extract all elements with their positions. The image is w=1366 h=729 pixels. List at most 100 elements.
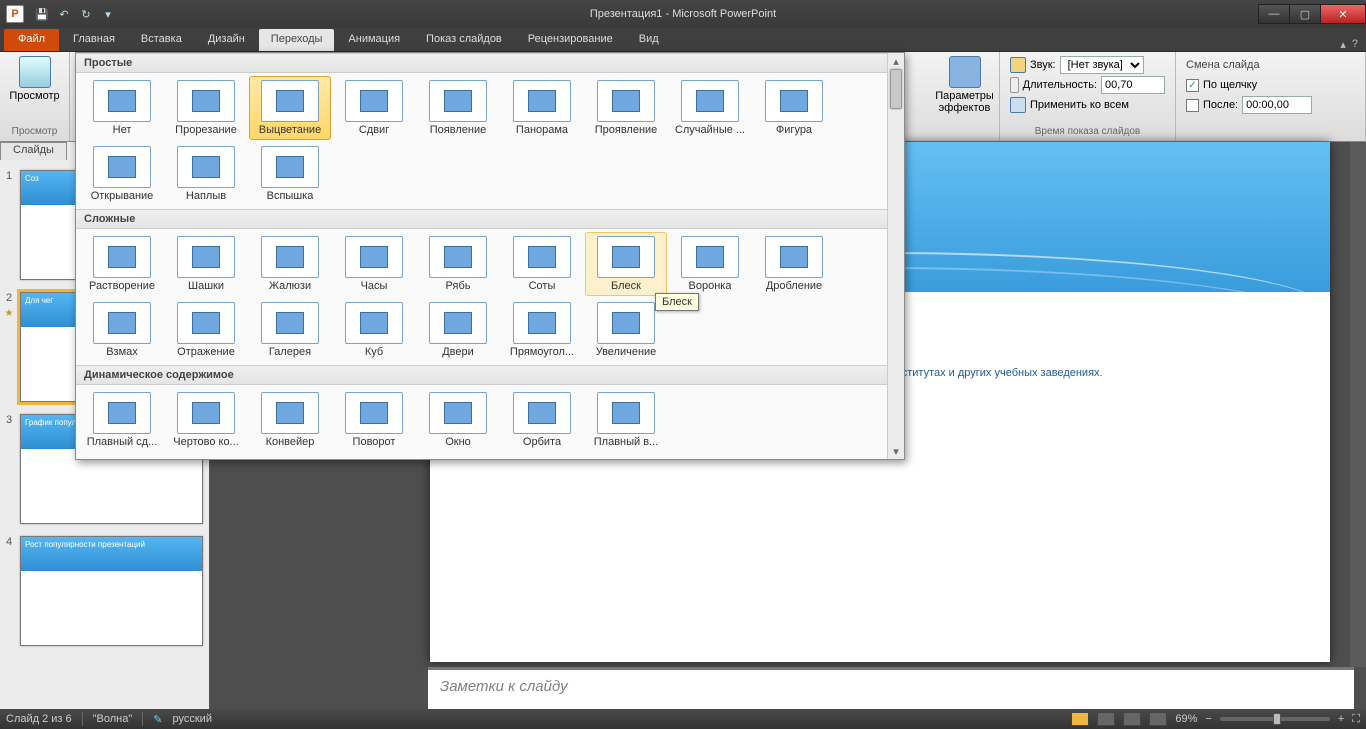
fit-window-button[interactable]: ⛶ [1352, 713, 1360, 726]
undo-button[interactable]: ↶ [54, 4, 74, 24]
tab-animations[interactable]: Анимация [336, 29, 412, 51]
transition-взмах[interactable]: Взмах [81, 298, 163, 362]
slideshow-view-button[interactable] [1149, 712, 1167, 726]
qat-more-button[interactable]: ▾ [98, 4, 118, 24]
transition-наплыв[interactable]: Наплыв [165, 142, 247, 206]
file-tab[interactable]: Файл [4, 29, 59, 51]
transition-icon [93, 392, 151, 434]
transition-label: Взмах [106, 346, 138, 358]
zoom-slider-knob[interactable] [1273, 713, 1281, 725]
transition-label: Плавный сд... [87, 436, 158, 448]
after-checkbox[interactable] [1186, 99, 1199, 112]
transition-плавный-в-[interactable]: Плавный в... [585, 388, 667, 452]
transition-дробление[interactable]: Дробление [753, 232, 835, 296]
thumb-preview: Рост популярности презентаций [20, 536, 203, 646]
transition-куб[interactable]: Куб [333, 298, 415, 362]
transition-фигура[interactable]: Фигура [753, 76, 835, 140]
transition-icon [429, 236, 487, 278]
transition-icon [597, 392, 655, 434]
notes-pane[interactable]: Заметки к слайду [428, 667, 1354, 709]
animation-icon: ★ [5, 308, 14, 319]
status-language[interactable]: русский [173, 713, 212, 725]
quick-access-toolbar: 💾 ↶ ↻ ▾ [32, 4, 118, 24]
transition-жалюзи[interactable]: Жалюзи [249, 232, 331, 296]
sound-icon [1010, 57, 1026, 73]
gallery-scrollbar[interactable]: ▴ ▾ [887, 53, 904, 459]
on-click-checkbox[interactable]: ✓ [1186, 79, 1199, 92]
close-button[interactable]: ✕ [1320, 4, 1366, 24]
transition-окно[interactable]: Окно [417, 388, 499, 452]
zoom-out-button[interactable]: − [1205, 713, 1211, 725]
effect-options-button[interactable]: Параметры эффектов [931, 54, 998, 116]
apply-all-icon [1010, 97, 1026, 113]
tab-slideshow[interactable]: Показ слайдов [414, 29, 514, 51]
transition-двери[interactable]: Двери [417, 298, 499, 362]
transition-блеск[interactable]: Блеск [585, 232, 667, 296]
redo-button[interactable]: ↻ [76, 4, 96, 24]
transition-конвейер[interactable]: Конвейер [249, 388, 331, 452]
transition-отражение[interactable]: Отражение [165, 298, 247, 362]
transition-label: Воронка [689, 280, 732, 292]
transition-орбита[interactable]: Орбита [501, 388, 583, 452]
transition-чертово-ко-[interactable]: Чертово ко... [165, 388, 247, 452]
transition-появление[interactable]: Появление [417, 76, 499, 140]
scroll-down-icon[interactable]: ▾ [888, 443, 904, 459]
transition-часы[interactable]: Часы [333, 232, 415, 296]
transition-вспышка[interactable]: Вспышка [249, 142, 331, 206]
transition-нет[interactable]: Нет [81, 76, 163, 140]
slides-panel-tab[interactable]: Слайды [0, 142, 67, 160]
transition-label: Чертово ко... [173, 436, 238, 448]
transition-воронка[interactable]: Воронка [669, 232, 751, 296]
transition-сдвиг[interactable]: Сдвиг [333, 76, 415, 140]
transition-поворот[interactable]: Поворот [333, 388, 415, 452]
duration-input[interactable] [1101, 76, 1165, 94]
slide-thumb-4[interactable]: 4Рост популярности презентаций [0, 530, 209, 652]
reading-view-button[interactable] [1123, 712, 1141, 726]
apply-all-button[interactable]: Применить ко всем [1030, 99, 1129, 111]
tab-view[interactable]: Вид [627, 29, 671, 51]
sorter-view-button[interactable] [1097, 712, 1115, 726]
window-controls: — ▢ ✕ [1259, 4, 1366, 24]
transition-проявление[interactable]: Проявление [585, 76, 667, 140]
tab-insert[interactable]: Вставка [129, 29, 194, 51]
transition-галерея[interactable]: Галерея [249, 298, 331, 362]
tab-transitions[interactable]: Переходы [259, 29, 335, 51]
transition-label: Панорама [516, 124, 568, 136]
normal-view-button[interactable] [1071, 712, 1089, 726]
scroll-up-icon[interactable]: ▴ [888, 53, 904, 69]
transition-рябь[interactable]: Рябь [417, 232, 499, 296]
editor-scrollbar[interactable] [1350, 142, 1366, 667]
maximize-button[interactable]: ▢ [1289, 4, 1321, 24]
transition-прямоугол-[interactable]: Прямоугол... [501, 298, 583, 362]
transition-прорезание[interactable]: Прорезание [165, 76, 247, 140]
transition-случайные-[interactable]: Случайные ... [669, 76, 751, 140]
help-icon[interactable]: ? [1352, 38, 1358, 51]
transition-выцветание[interactable]: Выцветание [249, 76, 331, 140]
scroll-thumb[interactable] [890, 69, 902, 109]
sound-select[interactable]: [Нет звука] [1060, 56, 1144, 74]
transition-icon [261, 146, 319, 188]
preview-button[interactable]: Просмотр [5, 54, 63, 104]
minimize-button[interactable]: — [1258, 4, 1290, 24]
tab-design[interactable]: Дизайн [196, 29, 257, 51]
transition-открывание[interactable]: Открывание [81, 142, 163, 206]
after-input[interactable] [1242, 96, 1312, 114]
app-icon: P [6, 5, 24, 23]
transition-label: Куб [365, 346, 383, 358]
transition-icon [261, 236, 319, 278]
transition-icon [261, 392, 319, 434]
ribbon-minimize-icon[interactable]: ▴ [1340, 38, 1346, 51]
transition-соты[interactable]: Соты [501, 232, 583, 296]
transition-панорама[interactable]: Панорама [501, 76, 583, 140]
transition-шашки[interactable]: Шашки [165, 232, 247, 296]
transition-плавный-сд-[interactable]: Плавный сд... [81, 388, 163, 452]
tab-home[interactable]: Главная [61, 29, 127, 51]
window-title: Презентация1 - Microsoft PowerPoint [0, 8, 1366, 20]
zoom-slider[interactable] [1220, 717, 1330, 721]
zoom-in-button[interactable]: + [1338, 713, 1344, 725]
tab-review[interactable]: Рецензирование [516, 29, 625, 51]
transition-растворение[interactable]: Растворение [81, 232, 163, 296]
zoom-percent[interactable]: 69% [1175, 713, 1197, 725]
save-button[interactable]: 💾 [32, 4, 52, 24]
transition-icon [345, 80, 403, 122]
